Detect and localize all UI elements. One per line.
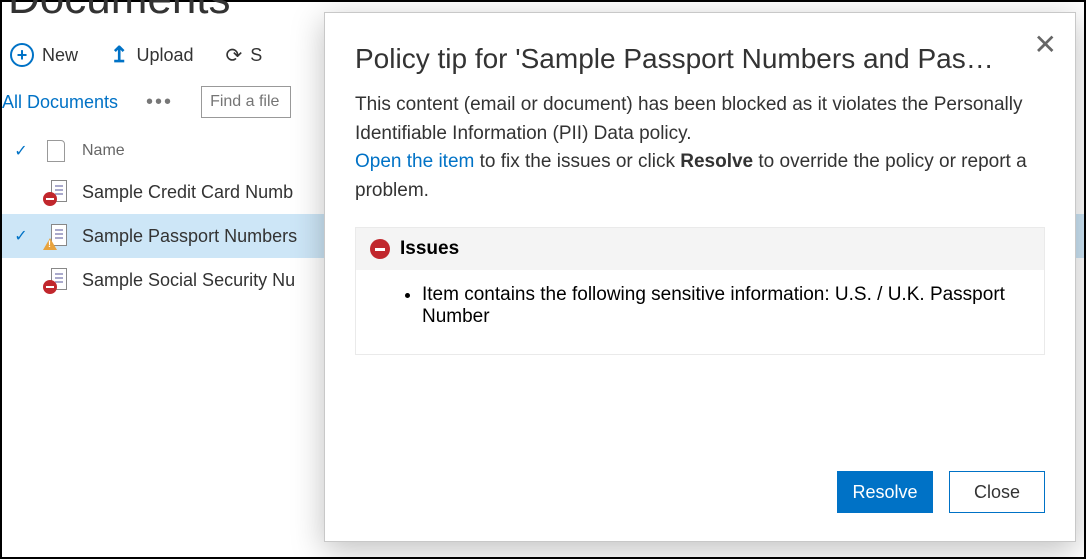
issues-header: Issues — [356, 228, 1044, 270]
plus-circle-icon: + — [10, 43, 34, 67]
view-all-documents[interactable]: All Documents — [2, 92, 118, 113]
row-checkbox[interactable]: ✓ — [12, 226, 30, 246]
blocked-icon — [43, 192, 57, 206]
new-button[interactable]: + New — [10, 43, 78, 67]
policy-tip-dialog: ✕ Policy tip for 'Sample Passport Number… — [324, 12, 1076, 542]
sync-button[interactable]: ⟳ S — [226, 43, 263, 68]
dialog-title: Policy tip for 'Sample Passport Numbers … — [355, 37, 1005, 75]
upload-label: Upload — [136, 45, 193, 66]
dialog-text-line2a: to fix the issues or click — [474, 151, 680, 172]
sync-label: S — [250, 45, 262, 66]
doc-status-icon — [44, 268, 68, 292]
issues-heading-text: Issues — [400, 238, 459, 260]
open-item-link[interactable]: Open the item — [355, 151, 474, 172]
close-icon[interactable]: ✕ — [1034, 31, 1057, 59]
warning-icon — [43, 238, 57, 250]
upload-button[interactable]: ↥ Upload — [110, 42, 193, 68]
new-label: New — [42, 45, 78, 66]
search-input[interactable] — [201, 86, 291, 118]
type-icon-header — [44, 140, 68, 162]
select-all-checkbox[interactable]: ✓ — [12, 141, 30, 161]
issue-item: Item contains the following sensitive in… — [422, 284, 1024, 328]
dialog-footer: Resolve Close — [837, 471, 1045, 513]
views-more-button[interactable]: ••• — [146, 91, 173, 114]
upload-icon: ↥ — [110, 42, 128, 68]
doc-status-icon — [44, 180, 68, 204]
doc-status-icon — [44, 224, 68, 248]
blocked-icon — [370, 239, 390, 259]
sync-icon: ⟳ — [226, 43, 243, 68]
dialog-text-bold: Resolve — [680, 151, 753, 172]
issues-panel: Issues Item contains the following sensi… — [355, 227, 1045, 355]
close-button[interactable]: Close — [949, 471, 1045, 513]
resolve-button[interactable]: Resolve — [837, 471, 933, 513]
blocked-icon — [43, 280, 57, 294]
dialog-body: This content (email or document) has bee… — [355, 91, 1045, 205]
issues-body: Item contains the following sensitive in… — [356, 270, 1044, 354]
dialog-text-line1: This content (email or document) has bee… — [355, 94, 1022, 144]
